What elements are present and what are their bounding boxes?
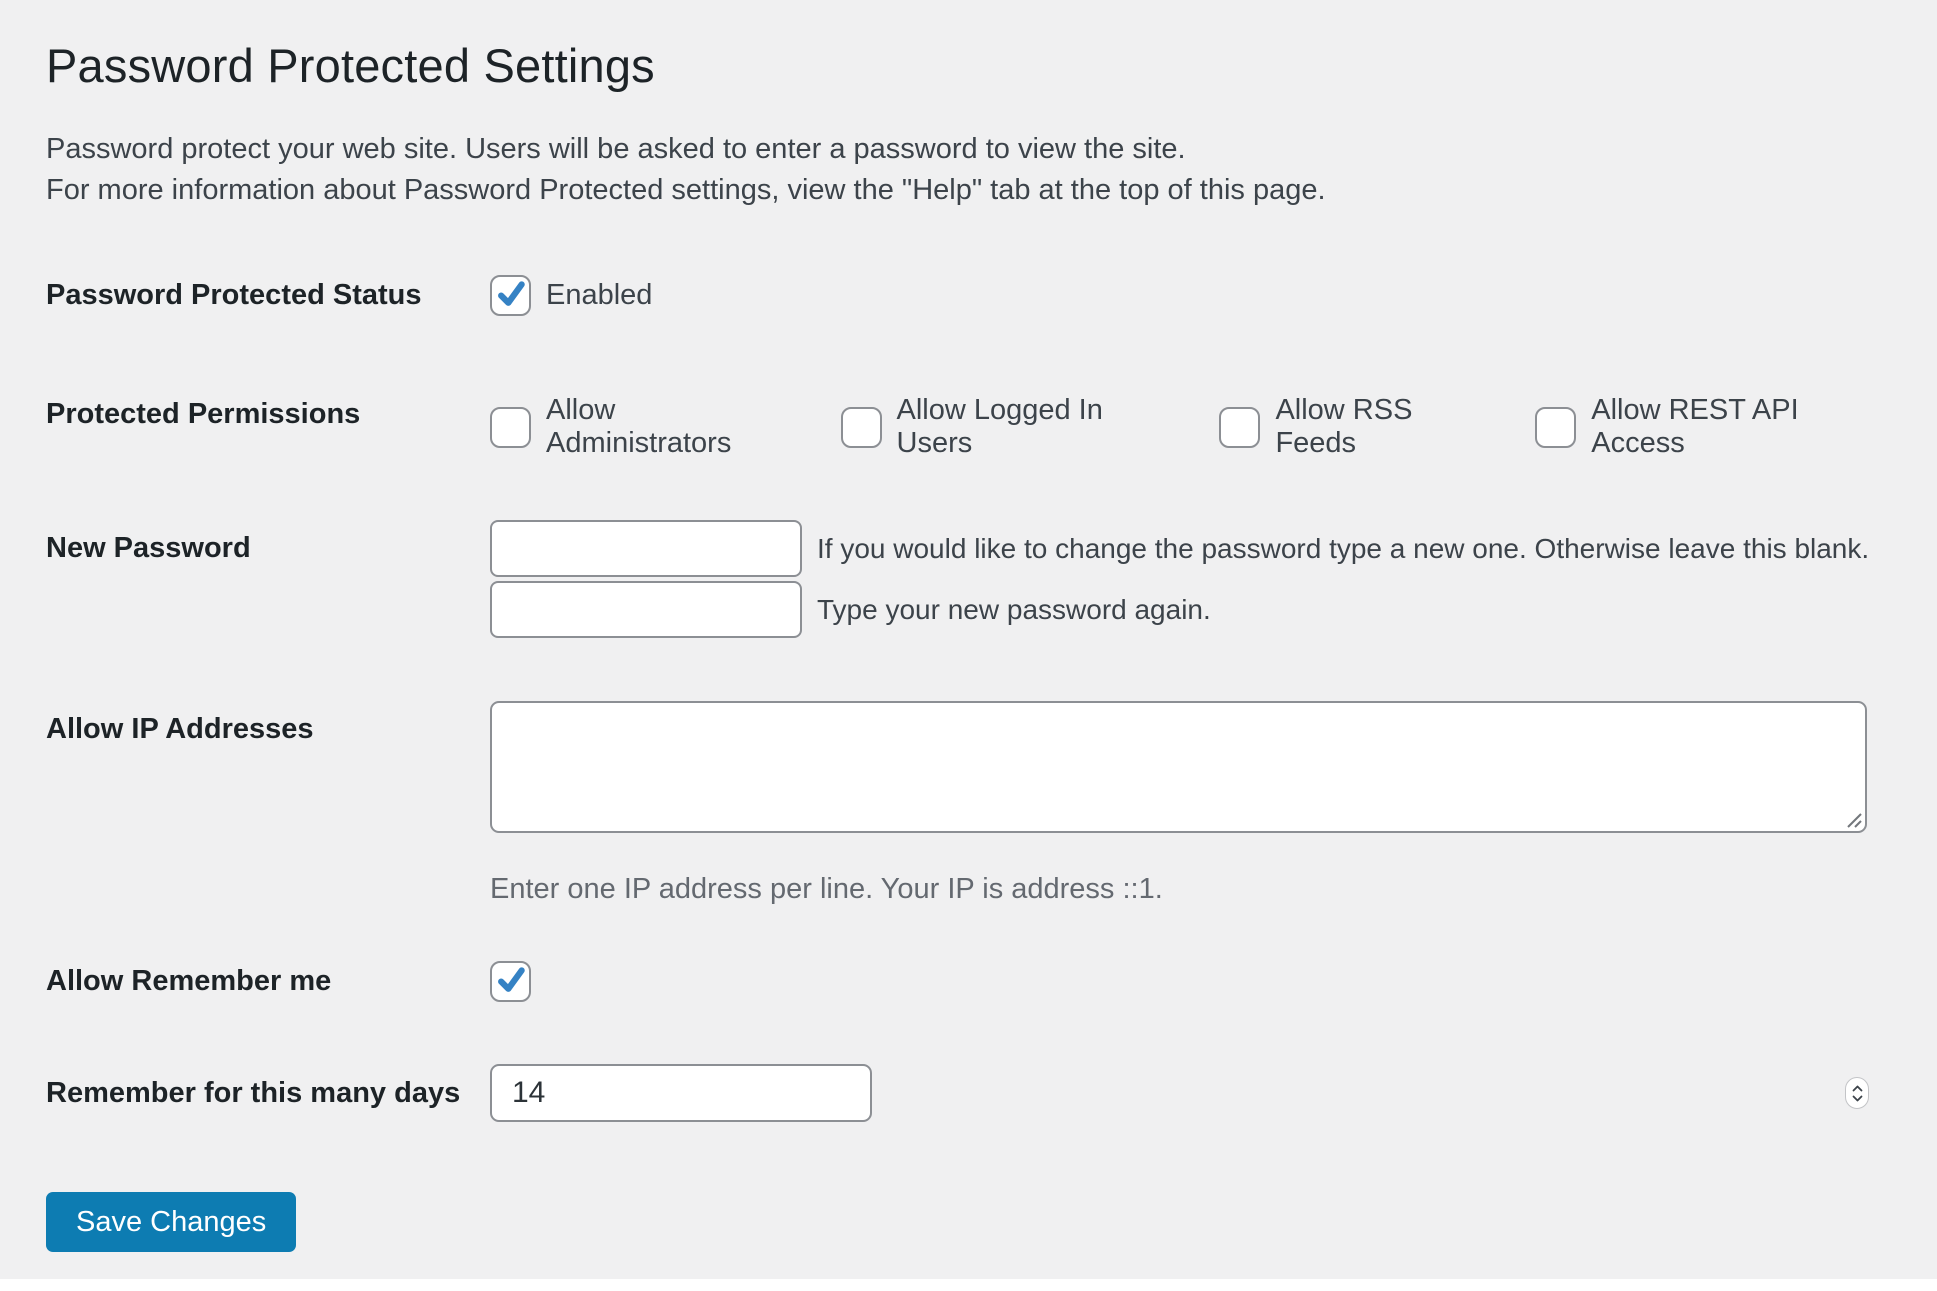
row-allow-remember-me: Allow Remember me <box>46 934 1891 1033</box>
allow-ip-textarea[interactable] <box>490 701 1867 833</box>
allow-administrators-label[interactable]: Allow Administrators <box>546 394 801 460</box>
confirm-password-input[interactable] <box>490 581 802 638</box>
allow-ip-description: Enter one IP address per line. Your IP i… <box>490 873 1163 905</box>
allow-logged-in-users-checkbox[interactable] <box>840 406 882 448</box>
remember-days-field <box>490 1064 1891 1122</box>
status-label: Password Protected Status <box>46 279 422 311</box>
confirm-password-help: Type your new password again. <box>817 593 1211 625</box>
row-password-protected-status: Password Protected Status Enabled <box>46 255 1891 356</box>
chevron-down-icon[interactable] <box>1852 1095 1863 1102</box>
allow-administrators-checkbox[interactable] <box>490 406 531 448</box>
row-protected-permissions: Protected Permissions Allow Administrato… <box>46 356 1891 490</box>
save-changes-button[interactable]: Save Changes <box>46 1192 297 1252</box>
allow-logged-in-users-label[interactable]: Allow Logged In Users <box>897 394 1180 460</box>
page-bottom-strip <box>0 1279 1937 1291</box>
remember-me-checkbox[interactable] <box>490 961 531 1002</box>
allow-rss-feeds-checkbox[interactable] <box>1219 406 1261 448</box>
settings-form: Password Protected Status Enabled Protec… <box>46 255 1891 1122</box>
chevron-up-icon[interactable] <box>1852 1085 1863 1092</box>
row-remember-days: Remember for this many days <box>46 1033 1891 1122</box>
status-checkbox[interactable] <box>490 275 531 316</box>
page-title: Password Protected Settings <box>46 39 655 92</box>
remember-days-input[interactable] <box>490 1064 872 1122</box>
intro-line-2: For more information about Password Prot… <box>46 174 1326 206</box>
number-stepper[interactable] <box>1845 1077 1869 1109</box>
new-password-label: New Password <box>46 532 251 564</box>
allow-ip-label: Allow IP Addresses <box>46 713 314 745</box>
new-password-input[interactable] <box>490 520 802 577</box>
new-password-fields: If you would like to change the password… <box>490 520 1891 638</box>
page-intro: Password protect your web site. Users wi… <box>46 129 1891 211</box>
new-password-help: If you would like to change the password… <box>817 532 1870 564</box>
remember-days-label: Remember for this many days <box>46 1077 461 1109</box>
allow-rest-api-access-label[interactable]: Allow REST API Access <box>1591 394 1891 460</box>
settings-page: Password Protected Settings Password pro… <box>0 0 1937 1252</box>
allow-ip-field: Enter one IP address per line. Your IP i… <box>490 701 1891 906</box>
remember-me-label: Allow Remember me <box>46 965 332 997</box>
checkmark-icon <box>497 280 525 306</box>
permissions-options: Allow Administrators Allow Logged In Use… <box>490 394 1891 460</box>
checkmark-icon <box>497 966 525 992</box>
status-checkbox-label[interactable]: Enabled <box>546 279 652 312</box>
row-new-password: New Password If you would like to change… <box>46 490 1891 670</box>
row-allow-ip-addresses: Allow IP Addresses Enter one IP address … <box>46 670 1891 934</box>
intro-line-1: Password protect your web site. Users wi… <box>46 133 1186 165</box>
allow-rss-feeds-label[interactable]: Allow RSS Feeds <box>1275 394 1495 460</box>
permissions-label: Protected Permissions <box>46 398 361 430</box>
allow-rest-api-access-checkbox[interactable] <box>1535 406 1577 448</box>
